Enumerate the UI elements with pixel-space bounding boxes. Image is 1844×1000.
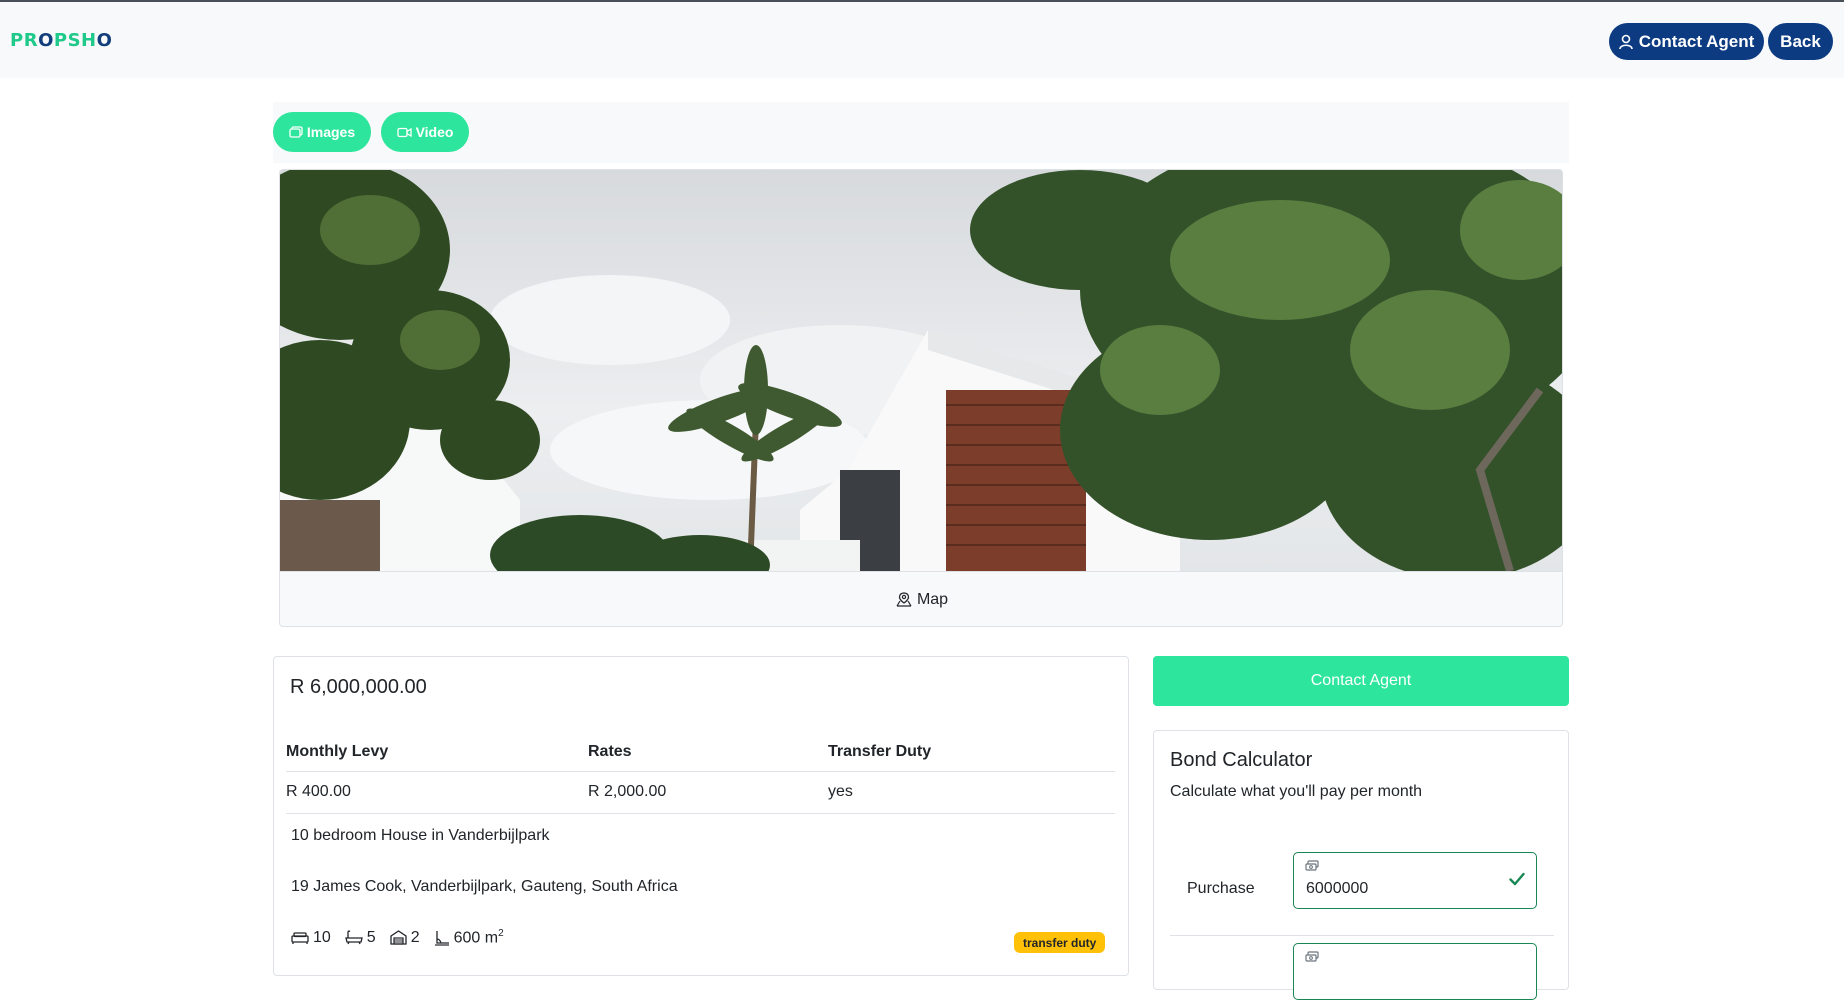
nav-contact-agent-button[interactable]: Contact Agent	[1609, 23, 1764, 60]
listing-address: 19 James Cook, Vanderbijlpark, Gauteng, …	[291, 878, 678, 895]
logo-pin-o2: O	[96, 30, 113, 51]
purchase-label: Purchase	[1187, 880, 1255, 897]
bed-icon	[291, 932, 309, 944]
feature-bathrooms: 5	[344, 929, 376, 947]
images-tab-label: Images	[306, 124, 356, 140]
second-calculator-field[interactable]	[1293, 943, 1537, 1000]
valid-check-icon	[1509, 872, 1525, 886]
property-photo[interactable]	[280, 170, 1563, 571]
bath-icon	[344, 930, 363, 945]
listing-price: R 6,000,000.00	[290, 676, 427, 698]
money-icon	[1305, 860, 1319, 871]
contact-agent-button[interactable]: Contact Agent	[1153, 656, 1569, 706]
video-tab[interactable]: Video	[381, 112, 469, 152]
nav-contact-label: Contact Agent	[1638, 31, 1755, 51]
transfer-duty-badge: transfer duty	[1014, 932, 1106, 953]
costs-table: Monthly Levy Rates Transfer Duty R 400.0…	[286, 735, 1115, 814]
map-label: Map	[916, 590, 949, 608]
logo[interactable]: PROPSHO	[10, 30, 112, 51]
map-icon	[896, 592, 912, 607]
logo-pin-o: O	[38, 30, 54, 51]
images-icon	[289, 126, 303, 138]
listing-details-card: R 6,000,000.00 Monthly Levy Rates Transf…	[273, 656, 1129, 976]
calculator-title: Bond Calculator	[1170, 749, 1313, 771]
hero-gallery: Map	[279, 169, 1563, 627]
col-rates: Rates	[588, 735, 828, 772]
feature-garages: 2	[390, 929, 420, 947]
listing-title: 10 bedroom House in Vanderbijlpark	[291, 827, 550, 844]
cell-monthly-levy: R 400.00	[286, 771, 588, 814]
map-toggle[interactable]: Map	[280, 571, 1562, 626]
feature-list: 10 5 2 600 m2	[291, 928, 504, 947]
video-icon	[396, 127, 412, 137]
video-tab-label: Video	[415, 124, 454, 140]
calculator-subtitle: Calculate what you'll pay per month	[1170, 783, 1423, 800]
navbar: PROPSHO Contact Agent Back	[0, 2, 1844, 78]
feature-bedrooms: 10	[291, 929, 331, 947]
money-icon	[1305, 951, 1319, 962]
bond-calculator-card: Bond Calculator Calculate what you'll pa…	[1153, 730, 1569, 1000]
back-button[interactable]: Back	[1768, 23, 1833, 60]
costs-header-row: Monthly Levy Rates Transfer Duty	[286, 735, 1115, 772]
floor-size-icon	[434, 930, 449, 946]
purchase-field[interactable]	[1293, 852, 1537, 909]
cell-rates: R 2,000.00	[588, 771, 828, 814]
images-tab[interactable]: Images	[273, 112, 371, 152]
back-label: Back	[1780, 31, 1821, 51]
feature-floor-size: 600 m2	[434, 928, 504, 947]
garage-icon	[390, 930, 407, 945]
col-transfer-duty: Transfer Duty	[828, 735, 1115, 772]
agent-icon	[1618, 34, 1633, 49]
calculator-divider	[1170, 935, 1554, 936]
col-monthly-levy: Monthly Levy	[286, 735, 588, 772]
purchase-input[interactable]	[1306, 880, 1496, 898]
table-row: R 400.00 R 2,000.00 yes	[286, 771, 1115, 814]
cell-transfer-duty: yes	[828, 771, 1115, 814]
